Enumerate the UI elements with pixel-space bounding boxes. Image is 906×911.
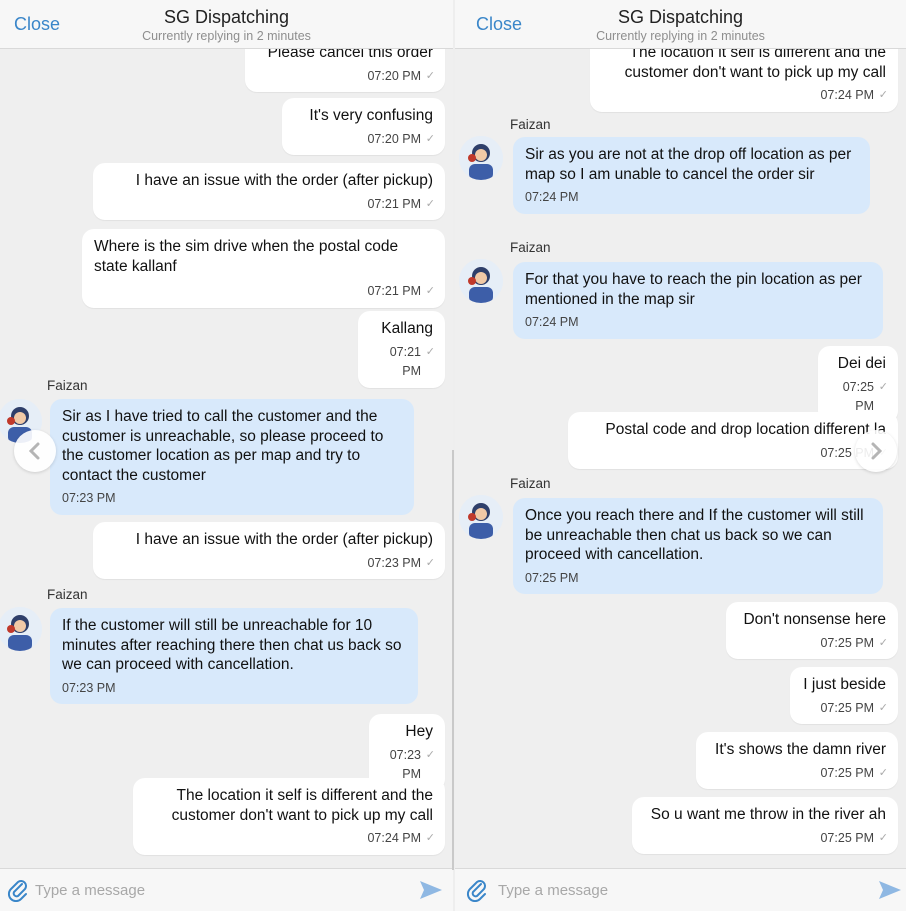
message-outgoing: It's shows the damn river 07:25 PM — [696, 732, 898, 789]
message-outgoing: I just beside 07:25 PM — [790, 667, 898, 724]
message-text: The location it self is different and th… — [624, 49, 886, 81]
message-outgoing: The location it self is different and th… — [590, 49, 898, 112]
chat-subtitle: Currently replying in 2 minutes — [142, 29, 311, 43]
message-composer: Type a message — [455, 868, 906, 911]
message-text: For that you have to reach the pin locat… — [525, 271, 862, 308]
sender-name: Faizan — [510, 117, 551, 132]
message-time: 07:25 PM — [525, 570, 579, 585]
next-button[interactable] — [855, 430, 897, 472]
message-text: If the customer will still be unreachabl… — [62, 617, 402, 673]
message-time: 07:25 PM — [738, 634, 888, 654]
avatar — [459, 259, 503, 303]
message-text: Postal code and drop location different … — [605, 421, 886, 438]
send-icon[interactable] — [878, 880, 902, 900]
message-input[interactable]: Type a message — [35, 882, 145, 899]
message-text: The location it self is different and th… — [171, 787, 433, 824]
message-time: 07:24 PM — [525, 190, 579, 204]
message-list[interactable]: Please cancel this order 07:20 PM It's v… — [0, 49, 453, 869]
message-text: So u want me throw in the river ah — [650, 806, 886, 823]
chat-subtitle: Currently replying in 2 minutes — [596, 29, 765, 43]
message-outgoing: Don't nonsense here 07:25 PM — [726, 602, 898, 659]
message-incoming: If the customer will still be unreachabl… — [50, 608, 418, 704]
message-time: 07:25 PM — [830, 378, 888, 417]
message-text: Kallang — [381, 320, 433, 337]
message-incoming: Once you reach there and If the customer… — [513, 498, 883, 594]
send-icon[interactable] — [419, 880, 443, 900]
message-text: Hey — [405, 723, 433, 740]
right-chat-panel: Close SG Dispatching Currently replying … — [455, 0, 906, 911]
message-incoming: Sir as I have tried to call the customer… — [50, 399, 414, 515]
message-time: 07:25 PM — [644, 829, 888, 849]
message-time: 07:25 PM — [802, 699, 888, 719]
message-text: Once you reach there and If the customer… — [525, 507, 864, 563]
sender-name: Faizan — [510, 476, 551, 491]
message-outgoing: Where is the sim drive when the postal c… — [82, 229, 445, 308]
message-outgoing: Postal code and drop location different … — [568, 412, 898, 469]
message-text: I have an issue with the order (after pi… — [135, 531, 433, 548]
message-input[interactable]: Type a message — [498, 882, 608, 899]
message-time: 07:21 PM — [94, 282, 435, 302]
message-time: 07:20 PM — [257, 67, 435, 87]
previous-button[interactable] — [14, 430, 56, 472]
message-outgoing: I have an issue with the order (after pi… — [93, 163, 445, 220]
message-outgoing: Please cancel this order 07:20 PM — [245, 49, 445, 92]
message-time: 07:24 PM — [145, 829, 435, 849]
message-text: I have an issue with the order (after pi… — [135, 172, 433, 189]
message-text: Where is the sim drive when the postal c… — [94, 238, 399, 275]
chat-title: SG Dispatching — [617, 7, 744, 27]
sender-name: Faizan — [510, 240, 551, 255]
message-text: Don't nonsense here — [743, 611, 886, 628]
message-text: Please cancel this order — [267, 49, 433, 61]
left-chat-panel: Close SG Dispatching Currently replying … — [0, 0, 453, 911]
message-time: 07:24 PM — [602, 86, 888, 106]
chevron-right-icon — [871, 442, 883, 460]
message-text: Sir as you are not at the drop off locat… — [525, 146, 852, 183]
message-text: I just beside — [803, 676, 886, 693]
message-time: 07:25 PM — [580, 444, 888, 464]
message-text: It's shows the damn river — [715, 741, 886, 758]
message-time: 07:23 PM — [62, 491, 116, 505]
message-time: 07:20 PM — [294, 130, 435, 150]
message-text: Dei dei — [837, 355, 886, 372]
message-time: 07:21 PM — [105, 195, 435, 215]
paperclip-icon[interactable] — [6, 878, 30, 902]
paperclip-icon[interactable] — [465, 878, 489, 902]
message-time: 07:24 PM — [525, 315, 579, 329]
message-outgoing: It's very confusing 07:20 PM — [282, 98, 445, 155]
sender-name: Faizan — [47, 378, 88, 393]
message-incoming: Sir as you are not at the drop off locat… — [513, 137, 870, 214]
message-time: 07:21 PM — [370, 343, 435, 382]
message-outgoing: So u want me throw in the river ah 07:25… — [632, 797, 898, 854]
panel-divider — [452, 450, 454, 870]
chat-title: SG Dispatching — [163, 7, 290, 27]
message-incoming: For that you have to reach the pin locat… — [513, 262, 883, 339]
message-text: Sir as I have tried to call the customer… — [62, 408, 384, 484]
message-time: 07:23 PM — [105, 554, 435, 574]
message-text: It's very confusing — [309, 107, 433, 124]
sender-name: Faizan — [47, 587, 88, 602]
avatar — [0, 607, 42, 651]
avatar — [459, 495, 503, 539]
message-time: 07:23 PM — [62, 680, 116, 695]
message-list[interactable]: The location it self is different and th… — [455, 49, 906, 869]
avatar — [459, 136, 503, 180]
chat-header: Close SG Dispatching Currently replying … — [0, 0, 453, 49]
message-outgoing: The location it self is different and th… — [133, 778, 445, 855]
chevron-left-icon — [28, 442, 40, 460]
message-outgoing: Kallang 07:21 PM — [358, 311, 445, 388]
message-composer: Type a message — [0, 868, 453, 911]
chat-header: Close SG Dispatching Currently replying … — [455, 0, 906, 49]
message-time: 07:25 PM — [708, 764, 888, 784]
message-outgoing: I have an issue with the order (after pi… — [93, 522, 445, 579]
